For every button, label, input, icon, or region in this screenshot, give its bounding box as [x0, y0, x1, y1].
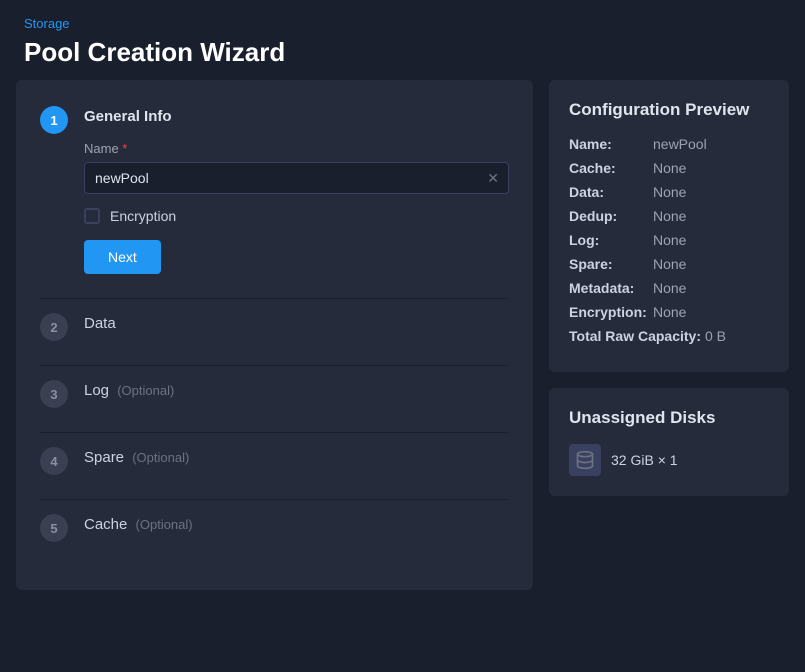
- name-form-group: Name * ✕: [84, 141, 509, 194]
- disk-icon: [569, 444, 601, 476]
- config-value: None: [653, 232, 686, 248]
- config-value: None: [653, 208, 686, 224]
- config-preview-panel: Configuration Preview Name: newPool Cach…: [549, 80, 789, 372]
- divider-2: [40, 365, 509, 366]
- step-1-content: General Info Name * ✕ Encryption Next: [84, 104, 509, 274]
- config-key: Dedup:: [569, 208, 649, 224]
- name-clear-button[interactable]: ✕: [485, 169, 501, 187]
- main-content: 1 General Info Name * ✕ Encryption: [0, 80, 805, 606]
- config-row: Name: newPool: [569, 136, 769, 152]
- step-5-number: 5: [40, 514, 68, 542]
- step-4: 4 Spare (Optional): [40, 445, 509, 475]
- step-2: 2 Data: [40, 311, 509, 341]
- encryption-label[interactable]: Encryption: [110, 208, 176, 224]
- config-key: Spare:: [569, 256, 649, 272]
- config-value: None: [653, 184, 686, 200]
- config-key: Total Raw Capacity:: [569, 328, 701, 344]
- config-value: 0 B: [705, 328, 726, 344]
- step-1: 1 General Info Name * ✕ Encryption: [40, 104, 509, 274]
- config-row: Log: None: [569, 232, 769, 248]
- config-key: Name:: [569, 136, 649, 152]
- divider-4: [40, 499, 509, 500]
- config-key: Cache:: [569, 160, 649, 176]
- disk-item: 32 GiB × 1: [569, 444, 769, 476]
- config-row: Dedup: None: [569, 208, 769, 224]
- name-label: Name *: [84, 141, 509, 156]
- unassigned-disks-panel: Unassigned Disks 32 GiB × 1: [549, 388, 789, 496]
- config-key: Metadata:: [569, 280, 649, 296]
- step-5: 5 Cache (Optional): [40, 512, 509, 542]
- name-input[interactable]: [84, 162, 509, 194]
- config-key: Log:: [569, 232, 649, 248]
- step-3-number: 3: [40, 380, 68, 408]
- step-5-label: Cache (Optional): [84, 512, 509, 533]
- encryption-checkbox[interactable]: [84, 208, 100, 224]
- config-row: Data: None: [569, 184, 769, 200]
- unassigned-disks-title: Unassigned Disks: [569, 408, 769, 428]
- step-1-number: 1: [40, 106, 68, 134]
- divider-1: [40, 298, 509, 299]
- wizard-panel: 1 General Info Name * ✕ Encryption: [16, 80, 533, 590]
- config-preview-title: Configuration Preview: [569, 100, 769, 120]
- next-button[interactable]: Next: [84, 240, 161, 274]
- right-column: Configuration Preview Name: newPool Cach…: [549, 80, 789, 590]
- config-row: Spare: None: [569, 256, 769, 272]
- page-title: Pool Creation Wizard: [24, 37, 781, 68]
- config-value: None: [653, 256, 686, 272]
- config-row: Total Raw Capacity: 0 B: [569, 328, 769, 344]
- step-2-content: Data: [84, 311, 509, 332]
- step-1-label: General Info: [84, 104, 509, 125]
- step-3-label: Log (Optional): [84, 378, 509, 399]
- step-5-content: Cache (Optional): [84, 512, 509, 533]
- config-rows: Name: newPool Cache: None Data: None Ded…: [569, 136, 769, 344]
- name-input-wrapper: ✕: [84, 162, 509, 194]
- step-4-label: Spare (Optional): [84, 445, 509, 466]
- page-header: Storage Pool Creation Wizard: [0, 0, 805, 80]
- encryption-row: Encryption: [84, 208, 509, 224]
- config-value: None: [653, 304, 686, 320]
- config-row: Metadata: None: [569, 280, 769, 296]
- config-value: newPool: [653, 136, 707, 152]
- config-key: Data:: [569, 184, 649, 200]
- step-2-label: Data: [84, 311, 509, 332]
- breadcrumb[interactable]: Storage: [24, 16, 781, 31]
- config-value: None: [653, 160, 686, 176]
- disk-rows: 32 GiB × 1: [569, 444, 769, 476]
- config-row: Cache: None: [569, 160, 769, 176]
- step-3: 3 Log (Optional): [40, 378, 509, 408]
- step-4-content: Spare (Optional): [84, 445, 509, 466]
- config-value: None: [653, 280, 686, 296]
- config-key: Encryption:: [569, 304, 649, 320]
- config-row: Encryption: None: [569, 304, 769, 320]
- step-2-number: 2: [40, 313, 68, 341]
- disk-label: 32 GiB × 1: [611, 452, 678, 468]
- divider-3: [40, 432, 509, 433]
- step-3-content: Log (Optional): [84, 378, 509, 399]
- step-4-number: 4: [40, 447, 68, 475]
